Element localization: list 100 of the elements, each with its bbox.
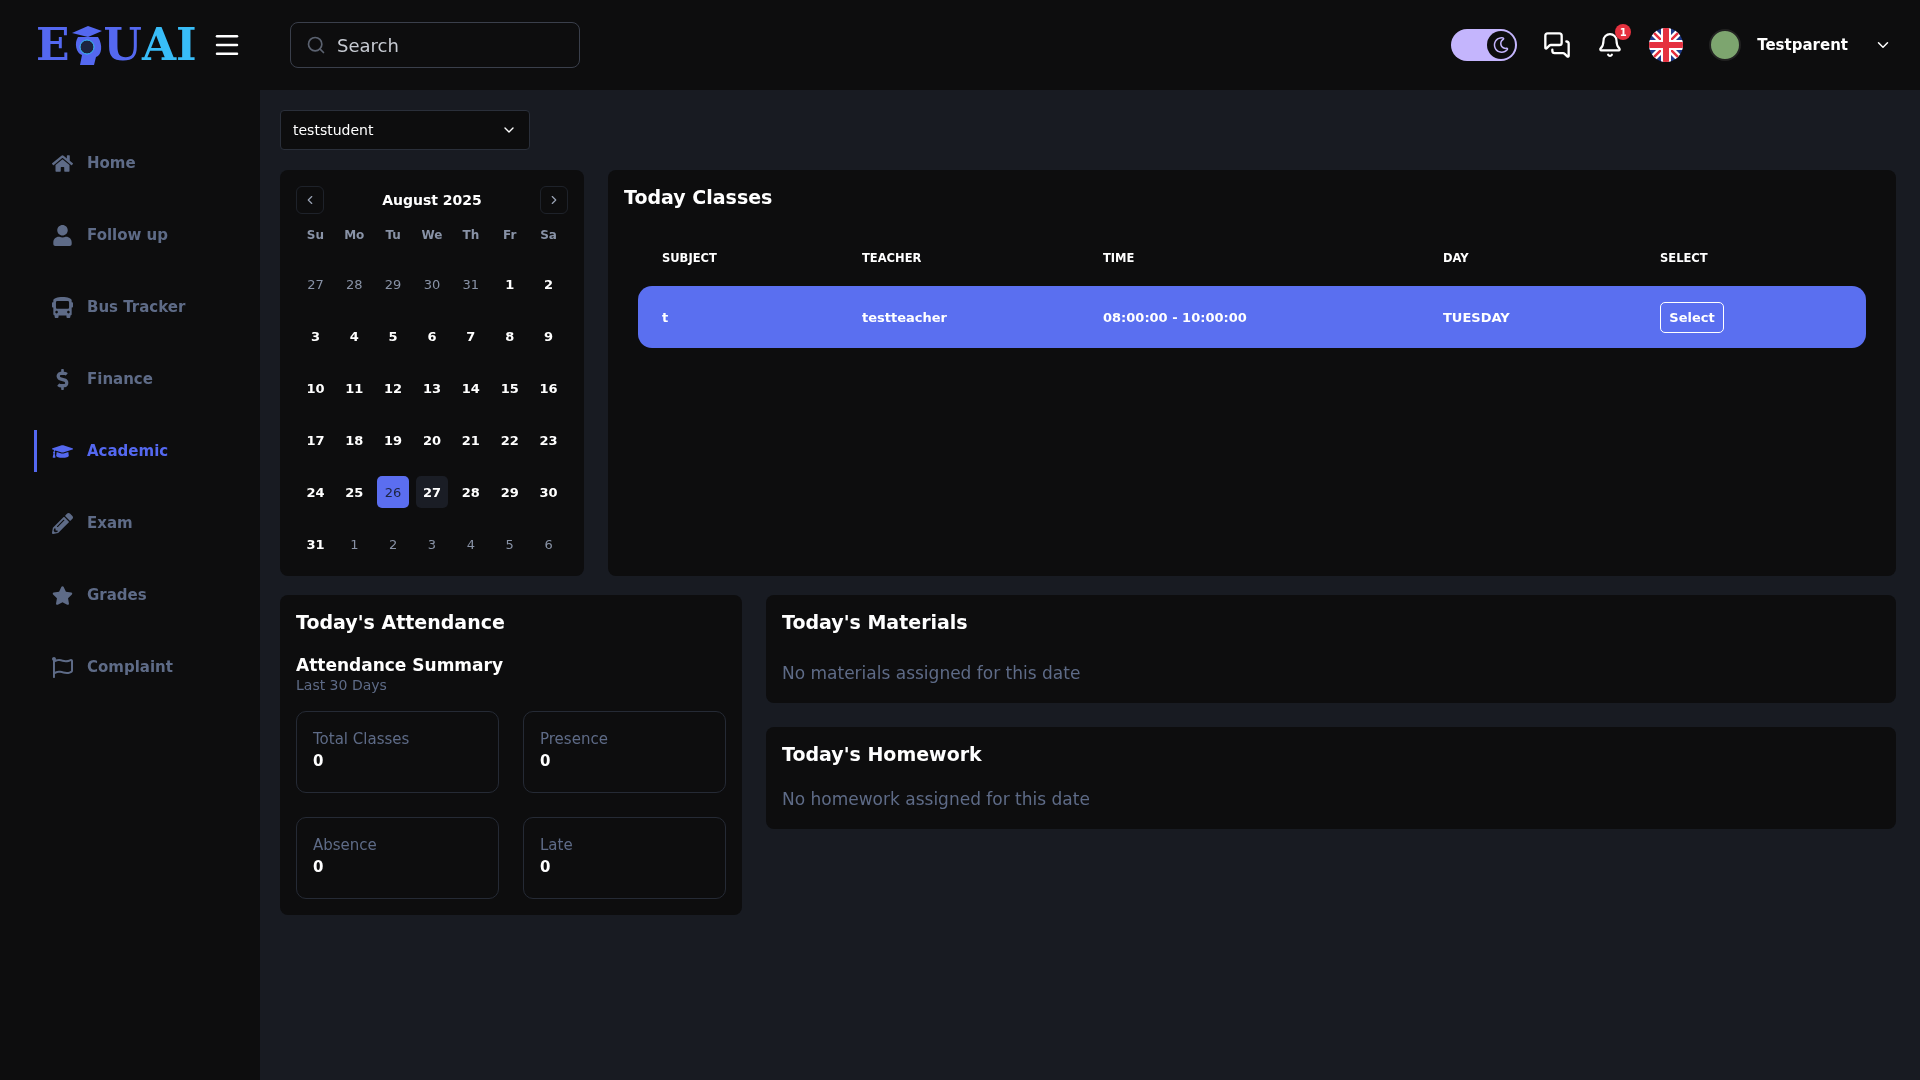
weekday-label: We: [421, 228, 443, 244]
calendar-day[interactable]: 22: [493, 424, 526, 456]
calendar-day[interactable]: 6: [416, 320, 448, 352]
card-title: Today's Homework: [782, 743, 983, 765]
chat-icon[interactable]: [1543, 31, 1572, 59]
search-field[interactable]: Search: [290, 22, 580, 68]
user-name[interactable]: Testparent: [1757, 36, 1848, 54]
table-cell-text: TUESDAY: [1443, 309, 1511, 325]
empty-message: No homework assigned for this date: [782, 789, 1091, 809]
period-label: Last 30 Days: [296, 677, 388, 693]
column-header: TEACHER: [862, 251, 923, 265]
calendar-day[interactable]: 8: [493, 320, 526, 352]
calendar-day[interactable]: 9: [532, 320, 565, 352]
calendar-day[interactable]: 4: [338, 320, 371, 352]
calendar-day[interactable]: 27: [416, 476, 448, 508]
calendar-day[interactable]: 29: [493, 476, 526, 508]
search-icon: [306, 35, 326, 55]
calendar-day[interactable]: 10: [299, 372, 332, 404]
stat-label: Late: [540, 836, 574, 854]
calendar-day[interactable]: 1: [493, 268, 526, 300]
stat-label: Presence: [540, 730, 609, 748]
calendar-day[interactable]: 28: [338, 268, 371, 300]
calendar-day[interactable]: 23: [532, 424, 565, 456]
calendar-day[interactable]: 3: [299, 320, 332, 352]
sidebar-item[interactable]: Grades: [34, 574, 260, 616]
calendar-day[interactable]: 14: [454, 372, 487, 404]
calendar-day[interactable]: 25: [338, 476, 371, 508]
section-title: Attendance Summary: [296, 655, 505, 675]
calendar-day[interactable]: 5: [493, 528, 526, 560]
logo-text: U: [103, 23, 142, 67]
select-button[interactable]: Select: [1660, 301, 1724, 333]
calendar-day[interactable]: 21: [454, 424, 487, 456]
table-row[interactable]: t testteacher 08:00:00 - 10:00:00 TUESDAY Select: [638, 286, 1866, 348]
table-cell-text: t: [662, 309, 670, 325]
calendar-day[interactable]: 26: [377, 476, 410, 508]
home-icon: [51, 152, 73, 174]
weekday-label: Su: [306, 228, 324, 244]
sidebar-item[interactable]: Finance: [34, 358, 260, 400]
sidebar-item[interactable]: Exam: [34, 502, 260, 544]
calendar-day[interactable]: 2: [532, 268, 565, 300]
calendar-day[interactable]: 11: [338, 372, 371, 404]
table-cell-text: testteacher: [862, 309, 948, 325]
empty-message: No materials assigned for this date: [782, 663, 1082, 683]
avatar[interactable]: [1709, 29, 1742, 61]
stat-value: 0: [313, 858, 325, 876]
calendar-day[interactable]: 19: [377, 424, 410, 456]
sidebar-item[interactable]: Bus Tracker: [34, 286, 260, 328]
student-dropdown[interactable]: teststudent: [280, 110, 530, 150]
calendar-day[interactable]: 4: [454, 528, 487, 560]
calendar-day[interactable]: 3: [416, 528, 448, 560]
calendar-day[interactable]: 20: [416, 424, 448, 456]
calendar-day[interactable]: 5: [377, 320, 410, 352]
calendar-title: August 2025: [382, 192, 482, 208]
calendar-day[interactable]: 13: [416, 372, 448, 404]
pencil-icon: [51, 512, 73, 534]
weekday-label: Mo: [344, 228, 365, 244]
calendar-day[interactable]: 6: [532, 528, 565, 560]
moon-icon: [1487, 31, 1516, 59]
calendar-day[interactable]: 31: [299, 528, 332, 560]
column-header: DAY: [1443, 251, 1470, 265]
calendar-day[interactable]: 30: [416, 268, 448, 300]
calendar-day[interactable]: 24: [299, 476, 332, 508]
stat-value: 0: [540, 752, 552, 770]
star-icon: [51, 584, 73, 606]
calendar-day[interactable]: 29: [377, 268, 410, 300]
calendar-day[interactable]: 17: [299, 424, 332, 456]
calendar-day[interactable]: 18: [338, 424, 371, 456]
calendar-day[interactable]: 1: [338, 528, 371, 560]
stat-value: 0: [540, 858, 552, 876]
table-cell-text: 08:00:00 - 10:00:00: [1103, 309, 1248, 325]
calendar-day[interactable]: 27: [299, 268, 332, 300]
calendar-day[interactable]: 15: [493, 372, 526, 404]
stat-label: Total Classes: [313, 730, 411, 748]
sidebar-item[interactable]: Follow up: [34, 214, 260, 256]
sidebar-item[interactable]: Complaint: [34, 646, 260, 688]
calendar-day[interactable]: 28: [454, 476, 487, 508]
flag-icon[interactable]: [1649, 28, 1684, 62]
column-header: SUBJECT: [662, 251, 718, 265]
stat-value: 0: [313, 752, 325, 770]
notification-badge: 1: [1615, 24, 1632, 40]
logo-text: AI: [141, 23, 197, 67]
weekday-label: Th: [462, 228, 480, 244]
bus-icon: [51, 296, 73, 318]
calendar-day[interactable]: 31: [454, 268, 487, 300]
sidebar-item[interactable]: Home: [34, 142, 260, 184]
calendar-day[interactable]: 16: [532, 372, 565, 404]
calendar-day[interactable]: 2: [377, 528, 410, 560]
flag-icon: [51, 656, 73, 678]
card-title: Today's Materials: [782, 611, 969, 633]
calendar-day[interactable]: 12: [377, 372, 410, 404]
calendar-day[interactable]: 30: [532, 476, 565, 508]
card-title: Today's Attendance: [296, 611, 506, 633]
stat-label: Absence: [313, 836, 378, 854]
weekday-label: Tu: [385, 228, 401, 244]
sidebar-item[interactable]: Academic: [34, 430, 260, 472]
person-icon: [51, 224, 73, 246]
column-header: SELECT: [1660, 251, 1709, 265]
theme-toggle[interactable]: [1451, 29, 1518, 61]
weekday-label: Sa: [540, 228, 557, 244]
calendar-day[interactable]: 7: [454, 320, 487, 352]
